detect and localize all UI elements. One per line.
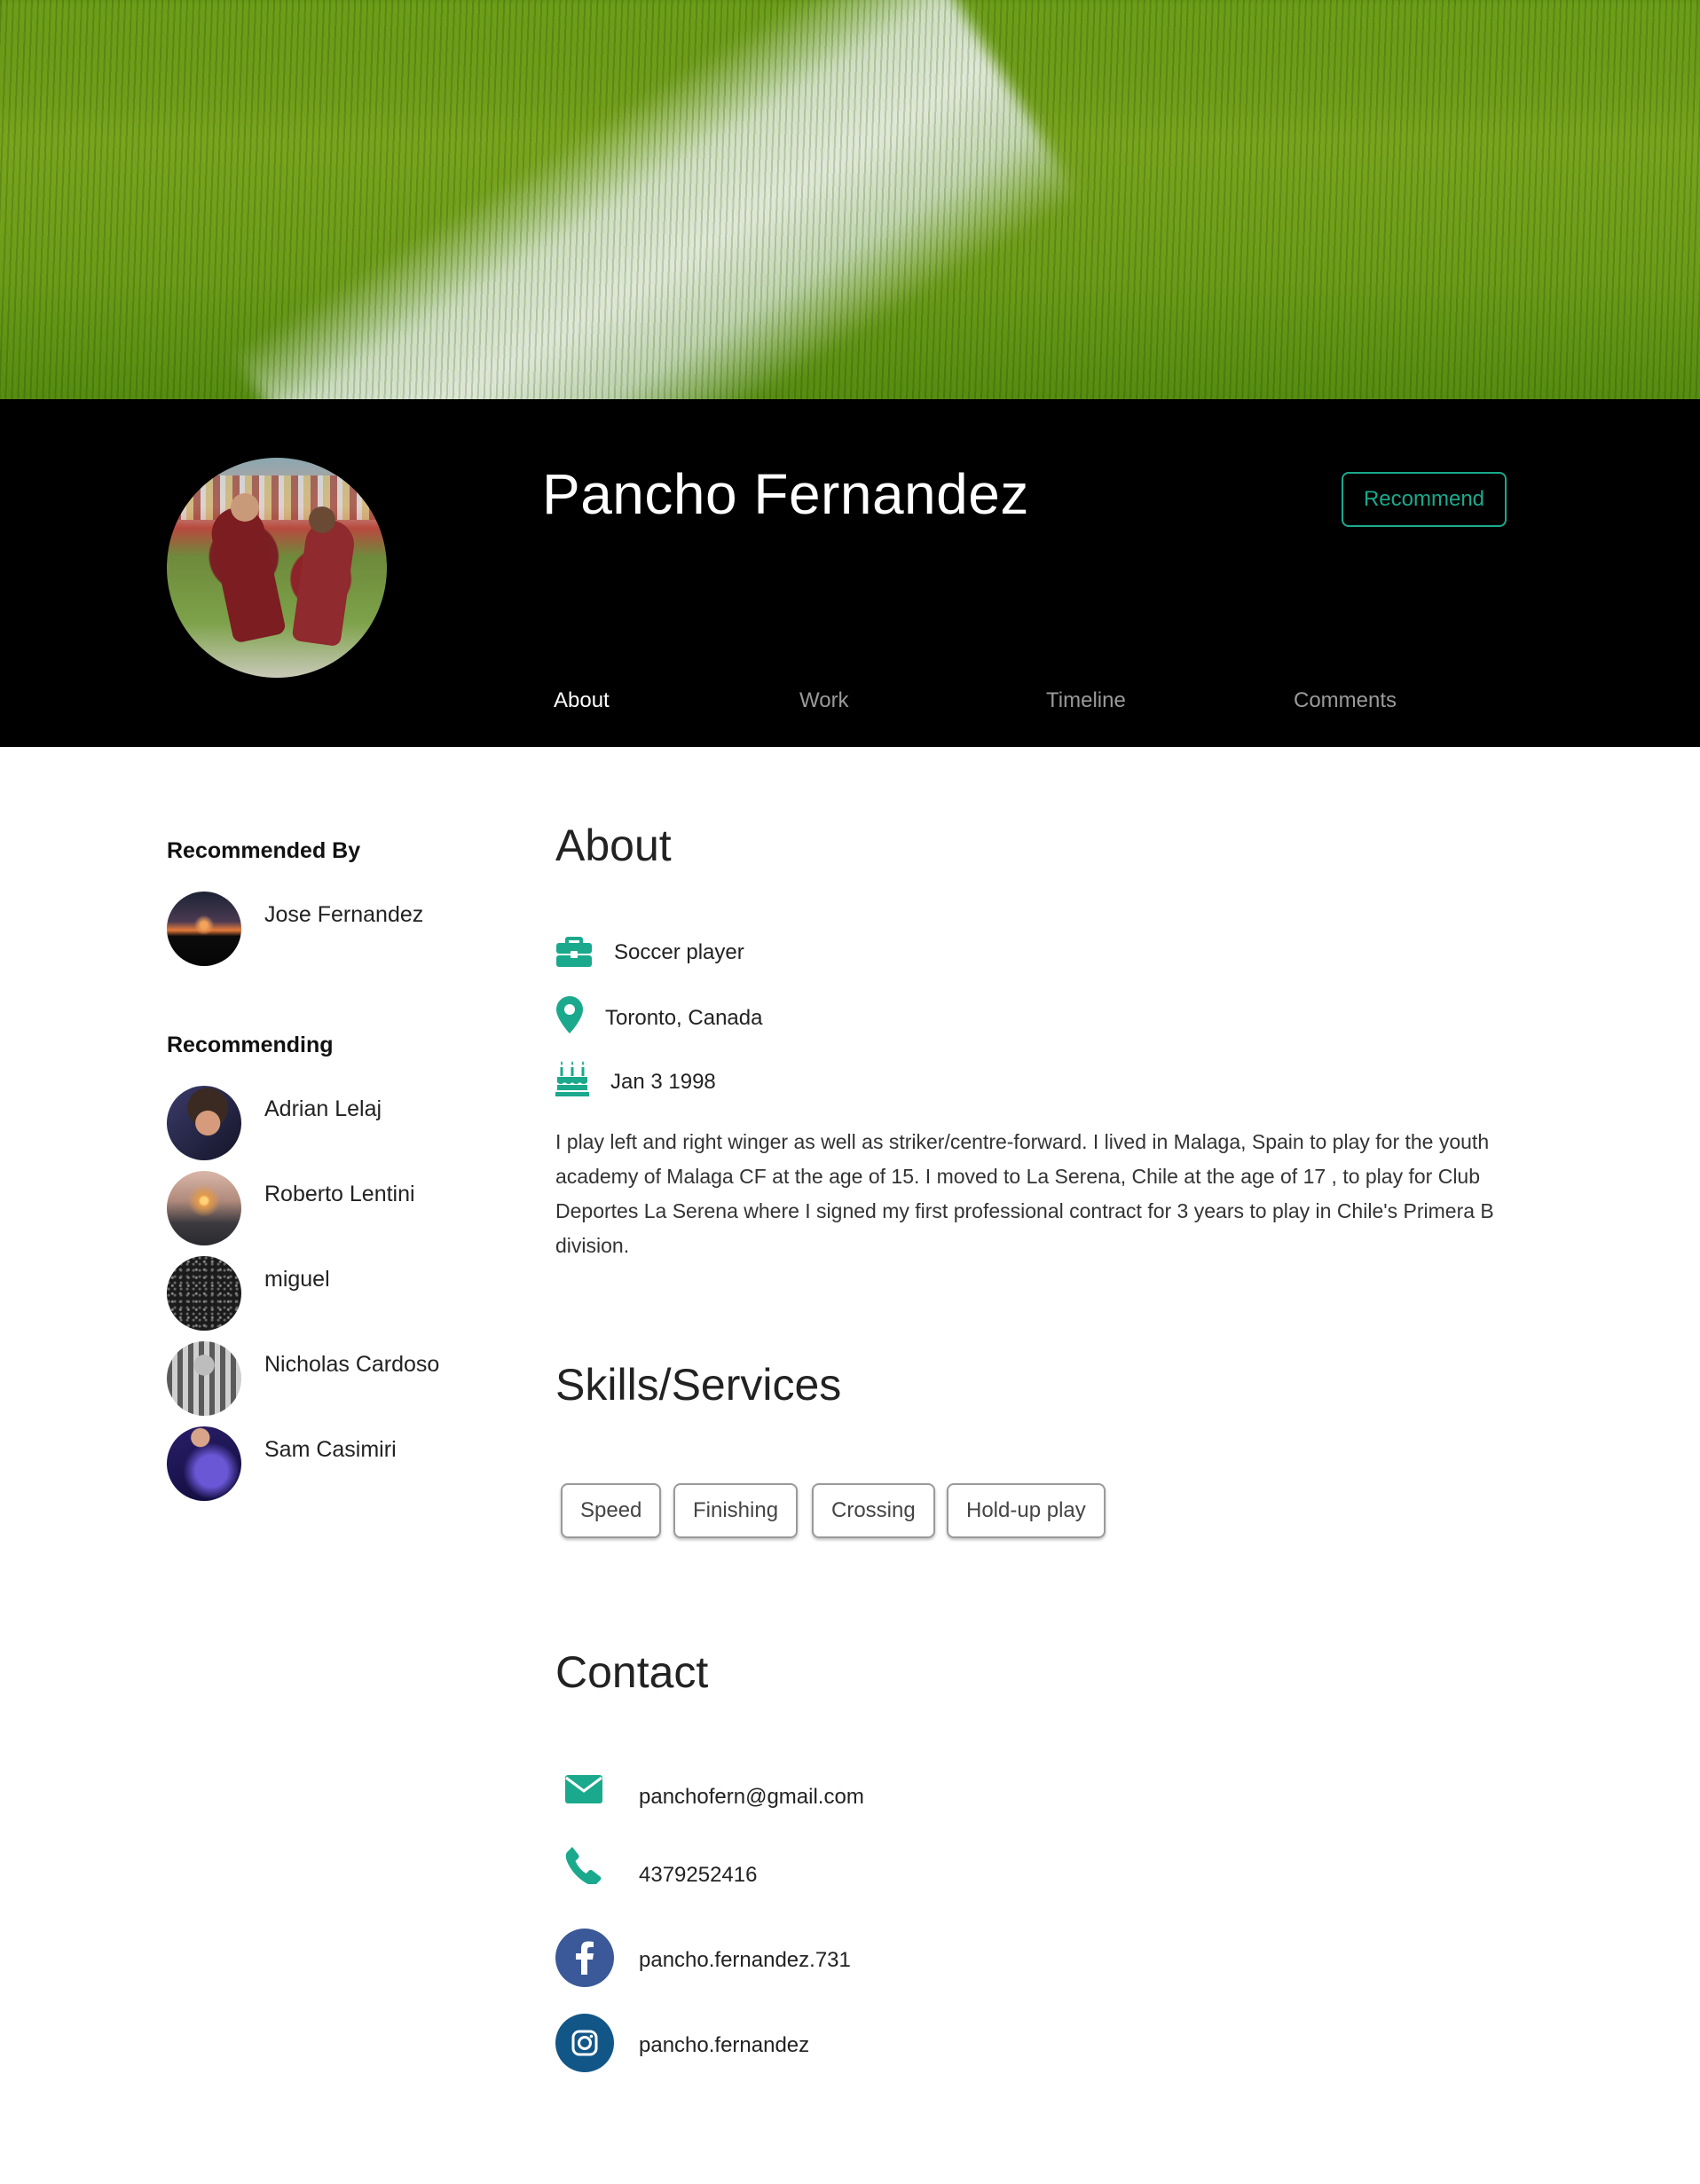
avatar bbox=[167, 1426, 241, 1501]
avatar bbox=[167, 1341, 241, 1416]
avatar bbox=[167, 1171, 241, 1245]
person-name: Jose Fernandez bbox=[264, 902, 424, 927]
about-title: About bbox=[555, 821, 672, 870]
tab-timeline[interactable]: Timeline bbox=[1046, 688, 1126, 713]
about-bio: I play left and right winger as well as … bbox=[555, 1130, 1494, 1257]
recommending-item[interactable]: miguel bbox=[167, 1256, 504, 1331]
skills-title: Skills/Services bbox=[555, 1360, 842, 1410]
skill-tag[interactable]: Speed bbox=[561, 1483, 662, 1538]
tab-about[interactable]: About bbox=[554, 688, 610, 713]
recommend-button[interactable]: Recommend bbox=[1342, 472, 1507, 527]
profile-header: Pancho Fernandez Recommend About Work Ti… bbox=[0, 399, 1700, 747]
cover-banner-image bbox=[0, 0, 1700, 399]
phone-text[interactable]: 4379252416 bbox=[639, 1863, 757, 1888]
phone-icon bbox=[565, 1846, 602, 1884]
location-text: Toronto, Canada bbox=[605, 1006, 763, 1030]
birthday-text: Jan 3 1998 bbox=[610, 1070, 716, 1094]
person-name: Adrian Lelaj bbox=[264, 1096, 382, 1121]
occupation-text: Soccer player bbox=[614, 940, 744, 964]
person-name: miguel bbox=[264, 1267, 330, 1292]
email-text[interactable]: panchofern@gmail.com bbox=[639, 1785, 864, 1810]
skill-tag[interactable]: Finishing bbox=[673, 1483, 799, 1538]
facebook-handle[interactable]: pancho.fernandez.731 bbox=[639, 1948, 851, 1973]
map-pin-icon bbox=[556, 996, 583, 1033]
skill-tag[interactable]: Crossing bbox=[812, 1483, 935, 1538]
recommending-heading: Recommending bbox=[167, 1033, 334, 1057]
profile-name: Pancho Fernandez bbox=[542, 462, 1029, 526]
instagram-icon[interactable] bbox=[555, 2014, 614, 2072]
instagram-handle[interactable]: pancho.fernandez bbox=[639, 2033, 809, 2058]
profile-tabs: About Work Timeline Comments bbox=[0, 688, 1700, 724]
recommending-item[interactable]: Sam Casimiri bbox=[167, 1426, 504, 1501]
profile-avatar bbox=[167, 458, 387, 678]
person-name: Roberto Lentini bbox=[264, 1182, 415, 1206]
briefcase-icon bbox=[556, 937, 592, 967]
facebook-icon[interactable] bbox=[555, 1929, 614, 1987]
person-name: Nicholas Cardoso bbox=[264, 1352, 440, 1377]
recommending-item[interactable]: Adrian Lelaj bbox=[167, 1086, 504, 1160]
tab-work[interactable]: Work bbox=[799, 688, 849, 713]
person-name: Sam Casimiri bbox=[264, 1437, 397, 1462]
recommended-by-heading: Recommended By bbox=[167, 838, 361, 863]
recommended-by-item[interactable]: Jose Fernandez bbox=[167, 892, 504, 966]
skill-tag[interactable]: Hold-up play bbox=[947, 1483, 1106, 1538]
contact-title: Contact bbox=[555, 1647, 709, 1697]
recommending-item[interactable]: Roberto Lentini bbox=[167, 1171, 504, 1245]
avatar bbox=[167, 1086, 241, 1160]
birthday-cake-icon bbox=[555, 1061, 589, 1096]
tab-comments[interactable]: Comments bbox=[1294, 688, 1397, 713]
avatar bbox=[167, 1256, 241, 1331]
envelope-icon bbox=[565, 1775, 602, 1803]
recommending-item[interactable]: Nicholas Cardoso bbox=[167, 1341, 504, 1416]
avatar bbox=[167, 892, 241, 966]
